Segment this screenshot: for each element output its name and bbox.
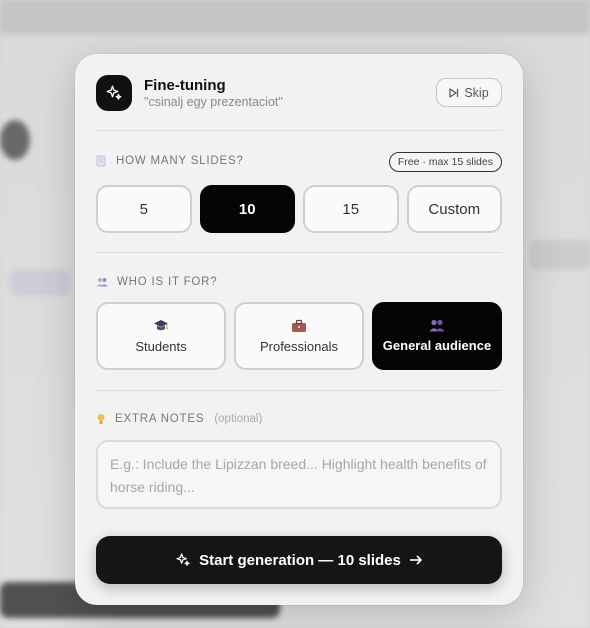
skip-forward-icon: [449, 87, 459, 98]
extra-notes-textarea[interactable]: E.g.: Include the Lipizzan breed... High…: [96, 440, 502, 509]
briefcase-icon: [291, 319, 307, 333]
dialog-subtitle: "csinalj egy prezentaciot": [144, 95, 283, 109]
audience-label: WHO IS IT FOR?: [96, 276, 217, 288]
audience-option-label: Students: [135, 338, 187, 354]
start-generation-label: Start generation — 10 slides: [199, 551, 401, 569]
slide-count-label-text: HOW MANY SLIDES?: [116, 155, 244, 167]
slide-count-label: HOW MANY SLIDES?: [96, 155, 244, 167]
slide-count-section: HOW MANY SLIDES? Free · max 15 slides 5 …: [96, 131, 502, 253]
dialog-title: Fine-tuning: [144, 77, 226, 94]
sparkles-icon: [175, 552, 191, 568]
extra-notes-label-text: EXTRA NOTES: [115, 413, 205, 425]
audience-option-label: Professionals: [259, 338, 339, 354]
audience-label-text: WHO IS IT FOR?: [117, 276, 218, 288]
audience-option-general[interactable]: General audience: [372, 302, 502, 370]
sparkles-icon: [96, 75, 132, 111]
slide-count-option-5[interactable]: 5: [96, 185, 192, 233]
audience-option-students[interactable]: Students: [96, 302, 226, 370]
extra-notes-section: EXTRA NOTES (optional) E.g.: Include the…: [96, 391, 502, 522]
skip-label: Skip: [464, 85, 489, 100]
audience-options: Students Professionals General audience: [96, 302, 502, 370]
slide-count-option-custom[interactable]: Custom: [406, 185, 502, 233]
fine-tuning-dialog: Fine-tuning "csinalj egy prezentaciot" S…: [75, 54, 523, 605]
skip-button[interactable]: Skip: [436, 78, 502, 107]
slide-count-option-10[interactable]: 10: [199, 185, 295, 233]
slides-icon: [96, 155, 107, 167]
start-generation-button[interactable]: Start generation — 10 slides: [96, 536, 502, 584]
audience-option-label: General audience: [382, 338, 492, 353]
people-icon: [96, 277, 108, 287]
dialog-header: Fine-tuning "csinalj egy prezentaciot" S…: [96, 54, 502, 131]
lightbulb-icon: [96, 413, 106, 425]
plan-limit-badge: Free · max 15 slides: [388, 152, 502, 172]
audience-option-professionals[interactable]: Professionals: [234, 302, 364, 370]
slide-count-option-15[interactable]: 15: [303, 185, 399, 233]
optional-hint: (optional): [214, 413, 263, 425]
audience-section: WHO IS IT FOR? Students Professionals Ge…: [96, 253, 502, 391]
extra-notes-label: EXTRA NOTES (optional): [96, 413, 262, 425]
graduation-cap-icon: [153, 319, 169, 333]
arrow-right-icon: [409, 554, 423, 566]
people-icon: [429, 319, 445, 332]
slide-count-options: 5 10 15 Custom: [96, 185, 502, 233]
